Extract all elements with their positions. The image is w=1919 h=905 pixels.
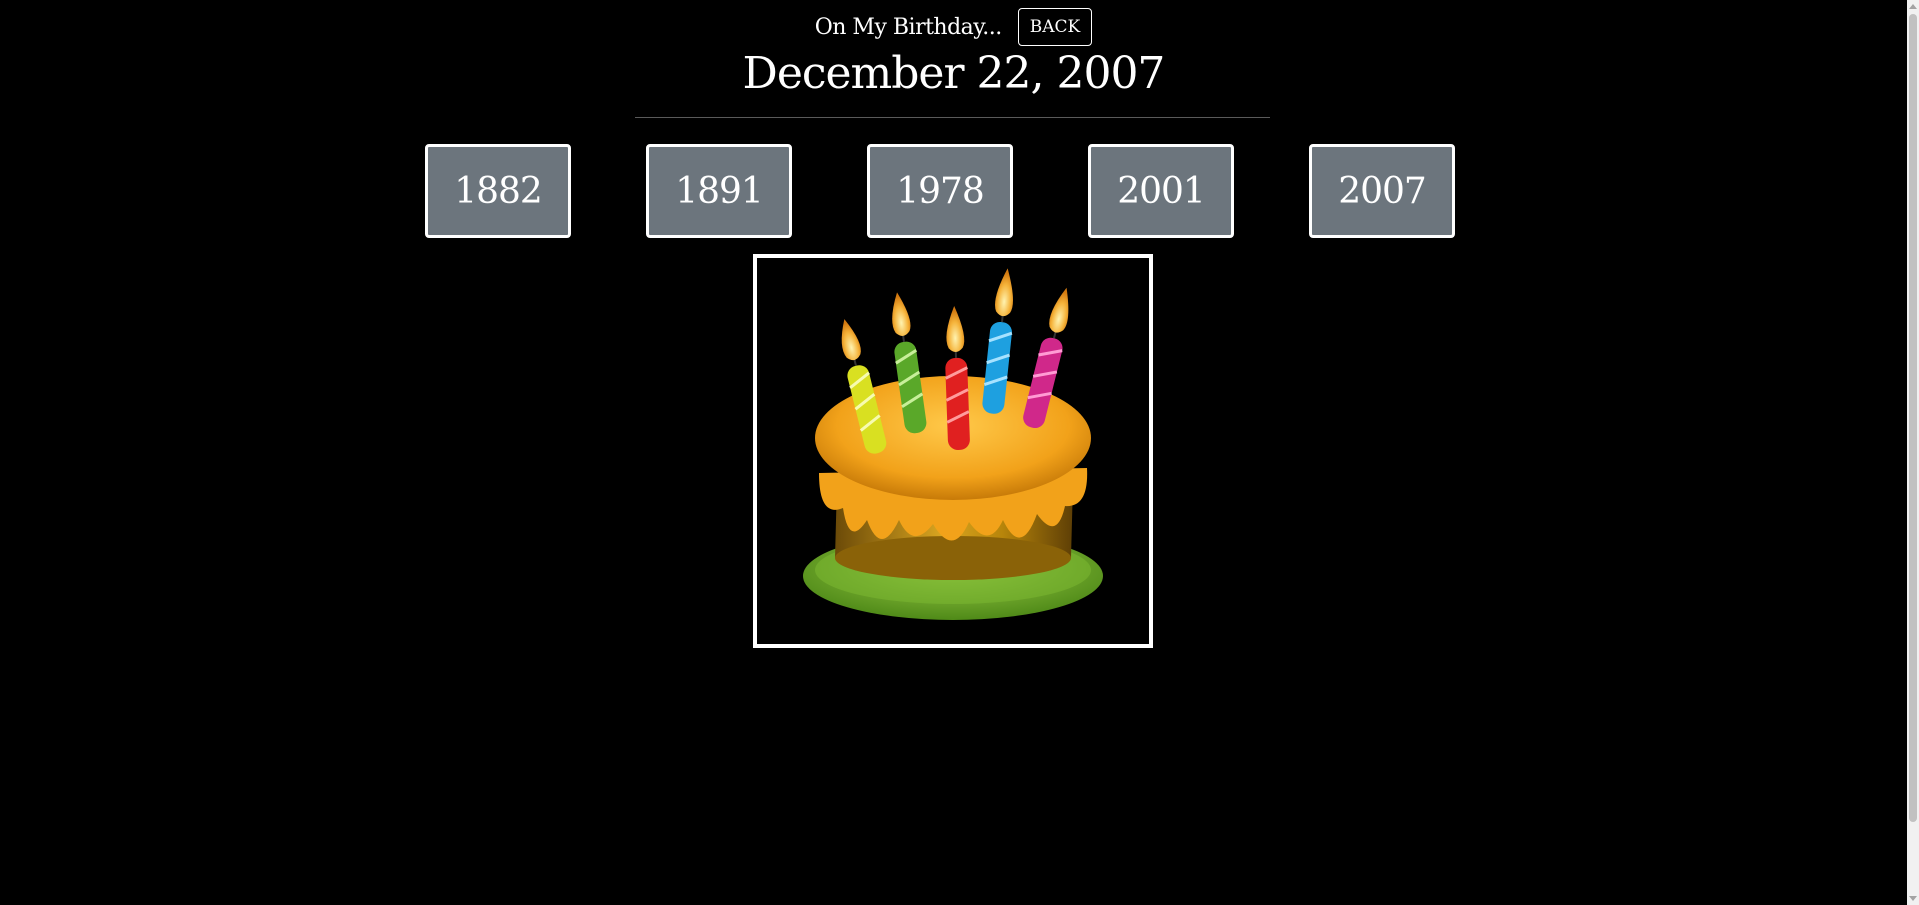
page-title: December 22, 2007 (742, 48, 1166, 99)
page: On My Birthday... BACK December 22, 2007… (0, 0, 1919, 905)
year-button-1978[interactable]: 1978 (867, 144, 1013, 238)
year-button-2007[interactable]: 2007 (1309, 144, 1455, 238)
scroll-down-icon[interactable] (1909, 896, 1917, 901)
divider (635, 117, 1270, 118)
vertical-scrollbar[interactable] (1907, 0, 1919, 905)
year-button-1891[interactable]: 1891 (646, 144, 792, 238)
scrollbar-thumb[interactable] (1909, 14, 1917, 822)
birthday-image (753, 254, 1153, 648)
back-button[interactable]: BACK (1017, 8, 1093, 46)
year-buttons: 1882 1891 1978 2001 2007 (425, 144, 1455, 238)
main-content: On My Birthday... BACK December 22, 2007… (0, 0, 1907, 905)
year-button-2001[interactable]: 2001 (1088, 144, 1234, 238)
birthday-cake-icon (803, 268, 1103, 620)
header: On My Birthday... BACK (0, 8, 1907, 46)
page-subtitle: On My Birthday... (814, 14, 1003, 40)
year-button-1882[interactable]: 1882 (425, 144, 571, 238)
scroll-up-icon[interactable] (1909, 4, 1917, 9)
